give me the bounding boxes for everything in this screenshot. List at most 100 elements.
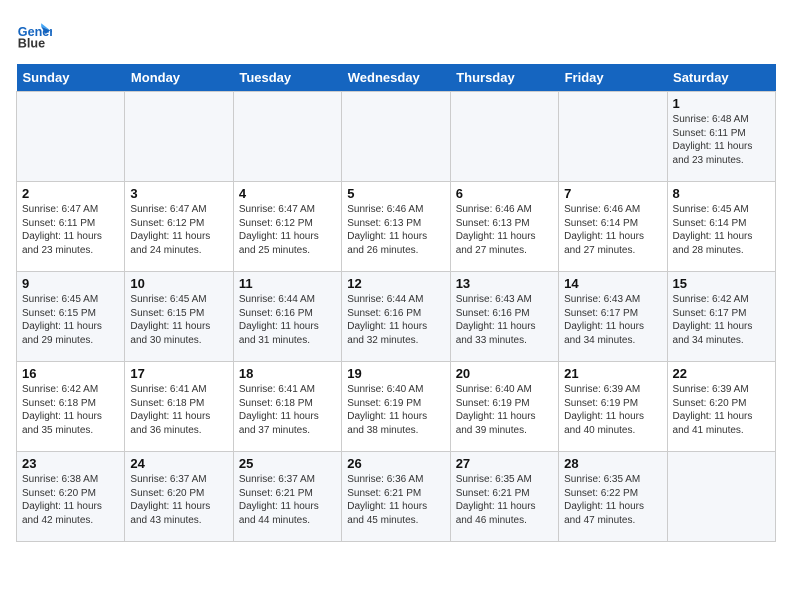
calendar-cell (667, 452, 775, 542)
day-number: 27 (456, 456, 553, 471)
day-number: 4 (239, 186, 336, 201)
day-info: Sunrise: 6:39 AM Sunset: 6:20 PM Dayligh… (673, 383, 770, 437)
day-info: Sunrise: 6:48 AM Sunset: 6:11 PM Dayligh… (673, 113, 770, 167)
calendar-cell: 24 Sunrise: 6:37 AM Sunset: 6:20 PM Dayli… (125, 452, 233, 542)
calendar-cell: 13Sunrise: 6:43 AM Sunset: 6:16 PM Dayli… (450, 272, 558, 362)
calendar-cell (559, 92, 667, 182)
day-info: Sunrise: 6:45 AM Sunset: 6:15 PM Dayligh… (130, 293, 227, 347)
day-number: 18 (239, 366, 336, 381)
column-header-friday: Friday (559, 64, 667, 92)
calendar-week-4: 16Sunrise: 6:42 AM Sunset: 6:18 PM Dayli… (17, 362, 776, 452)
calendar-cell (450, 92, 558, 182)
day-number: 17 (130, 366, 227, 381)
day-info: Sunrise: 6:43 AM Sunset: 6:16 PM Dayligh… (456, 293, 553, 347)
day-number: 12 (347, 276, 444, 291)
day-info: Sunrise: 6:47 AM Sunset: 6:11 PM Dayligh… (22, 203, 119, 257)
calendar-cell: 16Sunrise: 6:42 AM Sunset: 6:18 PM Dayli… (17, 362, 125, 452)
day-number: 3 (130, 186, 227, 201)
day-number: 6 (456, 186, 553, 201)
calendar-cell: 28 Sunrise: 6:35 AM Sunset: 6:22 PM Dayli… (559, 452, 667, 542)
day-info: Sunrise: 6:46 AM Sunset: 6:14 PM Dayligh… (564, 203, 661, 257)
day-info: Sunrise: 6:36 AM Sunset: 6:21 PM Dayligh… (347, 473, 444, 527)
calendar-cell: 6 Sunrise: 6:46 AM Sunset: 6:13 PM Daylig… (450, 182, 558, 272)
day-info: Sunrise: 6:39 AM Sunset: 6:19 PM Dayligh… (564, 383, 661, 437)
calendar-cell: 9 Sunrise: 6:45 AM Sunset: 6:15 PM Daylig… (17, 272, 125, 362)
calendar-cell: 22 Sunrise: 6:39 AM Sunset: 6:20 PM Dayli… (667, 362, 775, 452)
svg-text:Blue: Blue (18, 37, 45, 51)
calendar-cell: 27 Sunrise: 6:35 AM Sunset: 6:21 PM Dayli… (450, 452, 558, 542)
calendar-cell: 17 Sunrise: 6:41 AM Sunset: 6:18 PM Dayli… (125, 362, 233, 452)
calendar-body: 1 Sunrise: 6:48 AM Sunset: 6:11 PM Daylig… (17, 92, 776, 542)
calendar-cell: 8Sunrise: 6:45 AM Sunset: 6:14 PM Daylig… (667, 182, 775, 272)
day-number: 22 (673, 366, 770, 381)
day-number: 5 (347, 186, 444, 201)
column-header-sunday: Sunday (17, 64, 125, 92)
day-info: Sunrise: 6:40 AM Sunset: 6:19 PM Dayligh… (456, 383, 553, 437)
day-info: Sunrise: 6:45 AM Sunset: 6:14 PM Dayligh… (673, 203, 770, 257)
calendar-table: SundayMondayTuesdayWednesdayThursdayFrid… (16, 64, 776, 542)
calendar-cell (17, 92, 125, 182)
day-info: Sunrise: 6:35 AM Sunset: 6:21 PM Dayligh… (456, 473, 553, 527)
column-header-thursday: Thursday (450, 64, 558, 92)
day-info: Sunrise: 6:35 AM Sunset: 6:22 PM Dayligh… (564, 473, 661, 527)
day-number: 11 (239, 276, 336, 291)
calendar-cell (125, 92, 233, 182)
day-number: 25 (239, 456, 336, 471)
day-info: Sunrise: 6:44 AM Sunset: 6:16 PM Dayligh… (239, 293, 336, 347)
day-info: Sunrise: 6:40 AM Sunset: 6:19 PM Dayligh… (347, 383, 444, 437)
day-number: 21 (564, 366, 661, 381)
day-info: Sunrise: 6:37 AM Sunset: 6:21 PM Dayligh… (239, 473, 336, 527)
calendar-cell: 5Sunrise: 6:46 AM Sunset: 6:13 PM Daylig… (342, 182, 450, 272)
day-number: 16 (22, 366, 119, 381)
calendar-cell: 26 Sunrise: 6:36 AM Sunset: 6:21 PM Dayli… (342, 452, 450, 542)
day-number: 2 (22, 186, 119, 201)
calendar-cell (342, 92, 450, 182)
calendar-cell: 1 Sunrise: 6:48 AM Sunset: 6:11 PM Daylig… (667, 92, 775, 182)
day-number: 9 (22, 276, 119, 291)
day-info: Sunrise: 6:47 AM Sunset: 6:12 PM Dayligh… (130, 203, 227, 257)
calendar-cell: 21 Sunrise: 6:39 AM Sunset: 6:19 PM Dayli… (559, 362, 667, 452)
page-header: General Blue (16, 16, 776, 52)
day-info: Sunrise: 6:38 AM Sunset: 6:20 PM Dayligh… (22, 473, 119, 527)
day-number: 26 (347, 456, 444, 471)
day-number: 7 (564, 186, 661, 201)
calendar-cell: 23 Sunrise: 6:38 AM Sunset: 6:20 PM Dayli… (17, 452, 125, 542)
day-info: Sunrise: 6:41 AM Sunset: 6:18 PM Dayligh… (130, 383, 227, 437)
calendar-cell: 19 Sunrise: 6:40 AM Sunset: 6:19 PM Dayli… (342, 362, 450, 452)
day-info: Sunrise: 6:42 AM Sunset: 6:17 PM Dayligh… (673, 293, 770, 347)
day-info: Sunrise: 6:43 AM Sunset: 6:17 PM Dayligh… (564, 293, 661, 347)
logo-icon: General Blue (16, 16, 52, 52)
calendar-week-1: 1 Sunrise: 6:48 AM Sunset: 6:11 PM Daylig… (17, 92, 776, 182)
calendar-cell (233, 92, 341, 182)
calendar-header-row: SundayMondayTuesdayWednesdayThursdayFrid… (17, 64, 776, 92)
calendar-cell: 15Sunrise: 6:42 AM Sunset: 6:17 PM Dayli… (667, 272, 775, 362)
calendar-cell: 14 Sunrise: 6:43 AM Sunset: 6:17 PM Dayli… (559, 272, 667, 362)
calendar-cell: 25 Sunrise: 6:37 AM Sunset: 6:21 PM Dayli… (233, 452, 341, 542)
column-header-monday: Monday (125, 64, 233, 92)
day-number: 23 (22, 456, 119, 471)
calendar-cell: 11 Sunrise: 6:44 AM Sunset: 6:16 PM Dayli… (233, 272, 341, 362)
day-info: Sunrise: 6:41 AM Sunset: 6:18 PM Dayligh… (239, 383, 336, 437)
day-info: Sunrise: 6:45 AM Sunset: 6:15 PM Dayligh… (22, 293, 119, 347)
day-number: 19 (347, 366, 444, 381)
column-header-saturday: Saturday (667, 64, 775, 92)
logo: General Blue (16, 16, 56, 52)
calendar-cell: 12Sunrise: 6:44 AM Sunset: 6:16 PM Dayli… (342, 272, 450, 362)
calendar-week-5: 23 Sunrise: 6:38 AM Sunset: 6:20 PM Dayli… (17, 452, 776, 542)
calendar-week-2: 2 Sunrise: 6:47 AM Sunset: 6:11 PM Daylig… (17, 182, 776, 272)
day-info: Sunrise: 6:47 AM Sunset: 6:12 PM Dayligh… (239, 203, 336, 257)
calendar-cell: 18 Sunrise: 6:41 AM Sunset: 6:18 PM Dayli… (233, 362, 341, 452)
day-number: 14 (564, 276, 661, 291)
column-header-wednesday: Wednesday (342, 64, 450, 92)
day-number: 24 (130, 456, 227, 471)
day-info: Sunrise: 6:46 AM Sunset: 6:13 PM Dayligh… (456, 203, 553, 257)
calendar-cell: 4 Sunrise: 6:47 AM Sunset: 6:12 PM Daylig… (233, 182, 341, 272)
day-number: 10 (130, 276, 227, 291)
calendar-cell: 3 Sunrise: 6:47 AM Sunset: 6:12 PM Daylig… (125, 182, 233, 272)
column-header-tuesday: Tuesday (233, 64, 341, 92)
day-number: 28 (564, 456, 661, 471)
calendar-week-3: 9 Sunrise: 6:45 AM Sunset: 6:15 PM Daylig… (17, 272, 776, 362)
day-number: 1 (673, 96, 770, 111)
day-info: Sunrise: 6:37 AM Sunset: 6:20 PM Dayligh… (130, 473, 227, 527)
calendar-cell: 2 Sunrise: 6:47 AM Sunset: 6:11 PM Daylig… (17, 182, 125, 272)
